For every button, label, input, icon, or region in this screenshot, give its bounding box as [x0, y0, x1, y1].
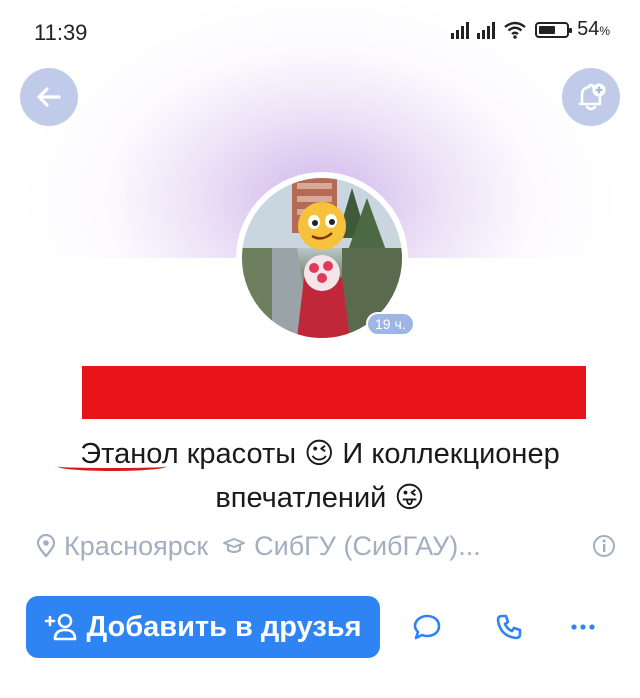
status-time: 11:39 [34, 20, 88, 45]
profile-info-line[interactable]: Красноярск СибГУ (СибГАУ)... [36, 528, 616, 564]
location-pin-icon [36, 534, 56, 558]
bell-plus-icon [578, 83, 606, 111]
story-age-badge: 19 ч. [366, 312, 415, 336]
battery-level: 54% [577, 18, 610, 40]
profile-status-text: Этанол красоты 😉 И коллекционер впечатле… [20, 432, 620, 520]
university-info: СибГУ (СибГАУ)... [222, 531, 481, 562]
profile-actions: Добавить в друзья [26, 596, 626, 658]
city-info: Красноярск [36, 531, 208, 562]
city-label: Красноярск [64, 530, 209, 561]
redacted-name-bar [82, 366, 586, 419]
info-circle-icon[interactable] [592, 534, 616, 558]
call-button[interactable] [492, 610, 526, 644]
graduation-cap-icon [223, 538, 246, 553]
more-dots-icon [571, 624, 595, 630]
add-friend-button[interactable]: Добавить в друзья [26, 596, 380, 658]
message-bubble-icon [413, 614, 441, 640]
add-friend-label: Добавить в друзья [86, 610, 362, 643]
subscribe-notifications-button[interactable] [562, 68, 620, 126]
phone-icon [496, 614, 522, 640]
bio-line-2: впечатлений 😜 [215, 482, 425, 514]
status-icons: 54% [451, 18, 610, 41]
back-button[interactable] [20, 68, 78, 126]
more-button[interactable] [566, 610, 600, 644]
university-label: СибГУ (СибГАУ)... [254, 530, 481, 561]
wifi-icon [504, 21, 526, 39]
battery-icon [535, 21, 573, 38]
status-bar: 11:39 54% [0, 0, 640, 52]
handwritten-underline [58, 462, 166, 471]
arrow-left-icon [37, 87, 61, 107]
message-button[interactable] [410, 610, 444, 644]
signal-icon-2 [477, 21, 496, 39]
add-user-icon [45, 613, 77, 641]
signal-icon [451, 21, 470, 39]
